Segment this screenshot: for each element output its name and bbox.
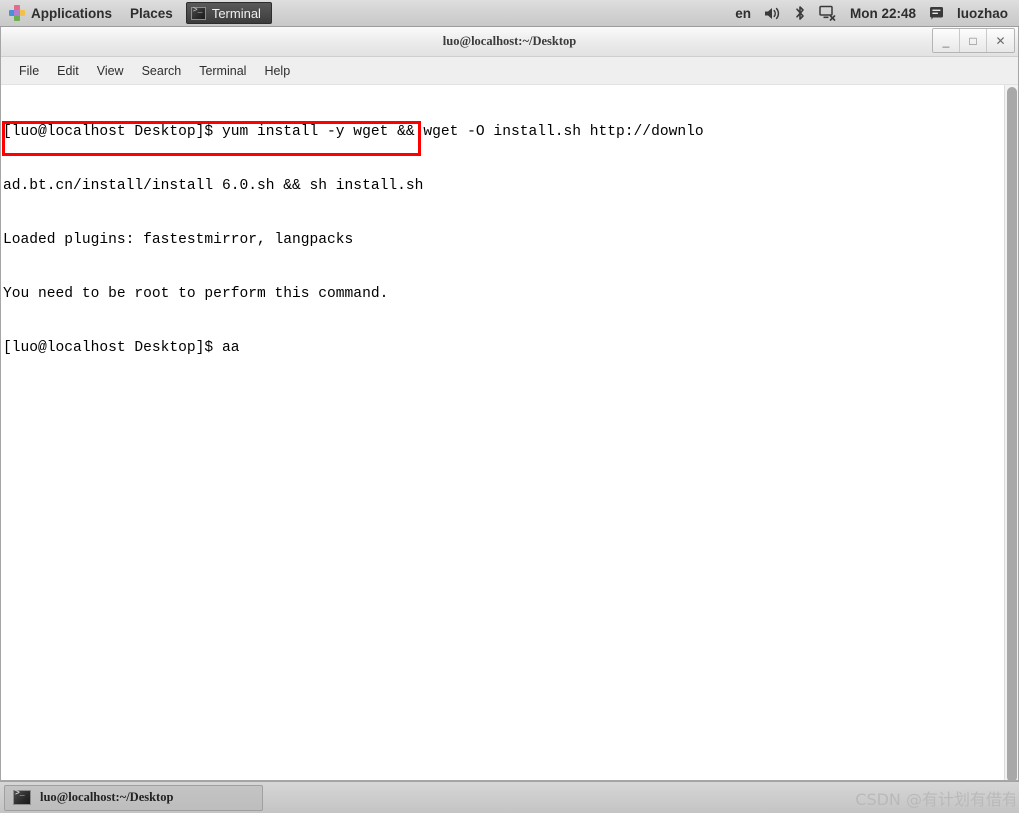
menu-help[interactable]: Help xyxy=(255,61,299,81)
terminal-scrollbar[interactable] xyxy=(1004,85,1018,780)
window-controls: _ □ ✕ xyxy=(932,28,1015,53)
applications-menu[interactable]: Applications xyxy=(0,0,121,27)
menu-view[interactable]: View xyxy=(88,61,133,81)
top-panel: Applications Places Terminal en xyxy=(0,0,1019,27)
terminal-line: [luo@localhost Desktop]$ aa xyxy=(3,340,240,356)
watermark: CSDN @有计划有借有 xyxy=(855,786,1019,810)
close-button[interactable]: ✕ xyxy=(987,29,1014,52)
terminal-line: ad.bt.cn/install/install 6.0.sh && sh in… xyxy=(3,178,424,194)
message-icon[interactable] xyxy=(929,6,944,20)
keyboard-layout-indicator[interactable]: en xyxy=(735,6,751,21)
taskbar-item-terminal[interactable]: luo@localhost:~/Desktop xyxy=(4,784,263,811)
terminal-line: [luo@localhost Desktop]$ yum install -y … xyxy=(3,124,704,140)
minimize-button[interactable]: _ xyxy=(933,29,960,52)
terminal-window: luo@localhost:~/Desktop _ □ ✕ File Edit … xyxy=(0,27,1019,781)
menu-search[interactable]: Search xyxy=(133,61,191,81)
taskbar-item-label: luo@localhost:~/Desktop xyxy=(40,790,174,804)
watermark-text: CSDN @有计划有借 xyxy=(855,789,1002,809)
places-menu-label: Places xyxy=(130,5,173,21)
menu-file[interactable]: File xyxy=(10,61,48,81)
window-titlebar[interactable]: luo@localhost:~/Desktop _ □ ✕ xyxy=(1,27,1018,57)
applications-menu-label: Applications xyxy=(31,5,113,21)
terminal-text: [luo@localhost Desktop]$ yum install -y … xyxy=(3,87,1002,393)
user-menu-label[interactable]: luozhao xyxy=(957,6,1008,21)
terminal-output-area[interactable]: [luo@localhost Desktop]$ yum install -y … xyxy=(1,85,1018,780)
applications-pinwheel-icon xyxy=(9,5,25,21)
network-disconnected-icon[interactable] xyxy=(819,5,837,21)
terminal-line: Loaded plugins: fastestmirror, langpacks xyxy=(3,232,354,248)
system-tray: en Mon 22:48 luozhao xyxy=(735,5,1019,21)
panel-window-terminal[interactable]: Terminal xyxy=(185,2,272,24)
places-menu[interactable]: Places xyxy=(121,0,182,27)
clock[interactable]: Mon 22:48 xyxy=(850,6,916,21)
bluetooth-icon[interactable] xyxy=(794,5,806,21)
menu-edit[interactable]: Edit xyxy=(48,61,88,81)
volume-icon[interactable] xyxy=(764,6,781,21)
terminal-icon xyxy=(13,789,31,805)
panel-window-label: Terminal xyxy=(211,5,261,21)
window-title: luo@localhost:~/Desktop xyxy=(442,34,577,48)
maximize-button[interactable]: □ xyxy=(960,29,987,52)
terminal-icon xyxy=(190,6,206,20)
menu-terminal[interactable]: Terminal xyxy=(190,61,255,81)
terminal-scrollbar-thumb[interactable] xyxy=(1007,87,1017,780)
menubar: File Edit View Search Terminal Help xyxy=(1,57,1018,85)
terminal-line: You need to be root to perform this comm… xyxy=(3,286,389,302)
watermark-cut-char: 有 xyxy=(1002,789,1015,809)
bottom-panel: luo@localhost:~/Desktop CSDN @有计划有借有 xyxy=(0,781,1019,813)
